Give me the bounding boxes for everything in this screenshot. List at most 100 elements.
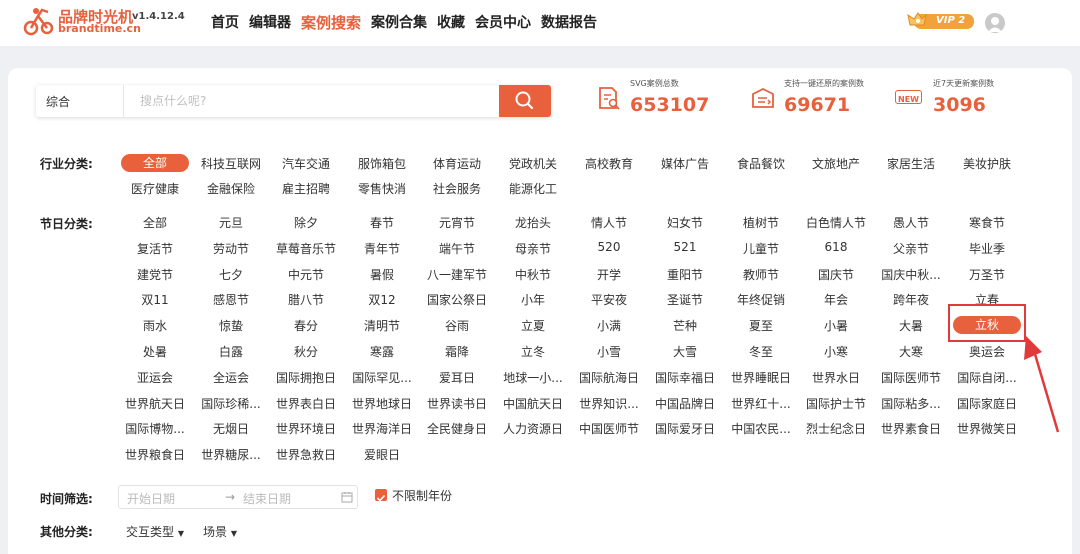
avatar[interactable]	[985, 13, 1005, 33]
festival-tag[interactable]: 寒食节	[949, 214, 1025, 231]
festival-tag[interactable]: 521	[647, 240, 723, 254]
festival-tag[interactable]: 圣诞节	[647, 291, 723, 308]
festival-tag[interactable]: 世界糖尿...	[193, 446, 269, 463]
festival-tag[interactable]: 奥运会	[949, 343, 1025, 360]
festival-tag[interactable]: 全部	[117, 214, 193, 231]
festival-tag[interactable]: 烈士纪念日	[798, 420, 874, 437]
festival-tag[interactable]: 大暑	[873, 317, 949, 334]
festival-tag[interactable]: 小寒	[798, 343, 874, 360]
industry-tag[interactable]: 媒体广告	[647, 155, 723, 172]
festival-tag[interactable]: 青年节	[344, 240, 420, 257]
vip-badge[interactable]: VIP 2	[906, 11, 976, 31]
festival-tag[interactable]: 劳动节	[193, 240, 269, 257]
interaction-type-dropdown[interactable]: 交互类型 ▼	[126, 523, 184, 540]
festival-tag[interactable]: 世界航天日	[117, 395, 193, 412]
festival-tag[interactable]: 年终促销	[723, 291, 799, 308]
festival-tag[interactable]: 中秋节	[495, 266, 571, 283]
festival-tag[interactable]: 春分	[268, 317, 344, 334]
festival-tag[interactable]: 国际罕见...	[344, 369, 420, 386]
festival-tag[interactable]: 愚人节	[873, 214, 949, 231]
festival-tag[interactable]: 地球一小...	[495, 369, 571, 386]
nav-item[interactable]: 编辑器	[249, 12, 291, 33]
festival-tag[interactable]: 世界地球日	[344, 395, 420, 412]
end-date-placeholder[interactable]: 结束日期	[243, 490, 291, 507]
festival-tag[interactable]: 亚运会	[117, 369, 193, 386]
festival-tag[interactable]: 暑假	[344, 266, 420, 283]
festival-tag[interactable]: 植树节	[723, 214, 799, 231]
festival-tag[interactable]: 国庆中秋...	[873, 266, 949, 283]
search-type-select[interactable]: 综合	[46, 93, 70, 110]
festival-tag[interactable]: 国际幸福日	[647, 369, 723, 386]
festival-tag[interactable]: 世界表白日	[268, 395, 344, 412]
festival-tag[interactable]: 复活节	[117, 240, 193, 257]
festival-tag[interactable]: 惊蛰	[193, 317, 269, 334]
industry-tag[interactable]: 汽车交通	[268, 155, 344, 172]
festival-tag[interactable]: 国际粘多...	[873, 395, 949, 412]
nav-item[interactable]: 会员中心	[475, 12, 531, 33]
festival-tag[interactable]: 元宵节	[419, 214, 495, 231]
festival-tag[interactable]: 世界红十...	[723, 395, 799, 412]
festival-tag[interactable]: 秋分	[268, 343, 344, 360]
festival-tag[interactable]: 大雪	[647, 343, 723, 360]
festival-tag[interactable]: 中国航天日	[495, 395, 571, 412]
festival-tag[interactable]: 国际博物...	[117, 420, 193, 437]
festival-tag[interactable]: 世界睡眠日	[723, 369, 799, 386]
industry-tag[interactable]: 能源化工	[495, 180, 571, 197]
festival-tag[interactable]: 世界知识...	[571, 395, 647, 412]
festival-tag[interactable]: 国际航海日	[571, 369, 647, 386]
festival-tag[interactable]: 国际医师节	[873, 369, 949, 386]
festival-tag[interactable]: 世界素食日	[873, 420, 949, 437]
festival-tag[interactable]: 妇女节	[647, 214, 723, 231]
scene-dropdown[interactable]: 场景 ▼	[203, 523, 237, 540]
industry-tag[interactable]: 美妆护肤	[949, 155, 1025, 172]
festival-tag[interactable]: 草莓音乐节	[268, 240, 344, 257]
festival-tag[interactable]: 教师节	[723, 266, 799, 283]
festival-tag[interactable]: 国际珍稀...	[193, 395, 269, 412]
festival-tag[interactable]: 建党节	[117, 266, 193, 283]
festival-tag[interactable]: 谷雨	[419, 317, 495, 334]
brand-logo-icon[interactable]	[22, 6, 54, 36]
festival-tag[interactable]: 寒露	[344, 343, 420, 360]
festival-tag[interactable]: 平安夜	[571, 291, 647, 308]
festival-tag[interactable]: 爱眼日	[344, 446, 420, 463]
industry-tag[interactable]: 科技互联网	[193, 155, 269, 172]
festival-tag[interactable]: 开学	[571, 266, 647, 283]
festival-tag[interactable]: 国际拥抱日	[268, 369, 344, 386]
festival-tag[interactable]: 爱耳日	[419, 369, 495, 386]
industry-tag[interactable]: 雇主招聘	[268, 180, 344, 197]
industry-tag[interactable]: 家居生活	[873, 155, 949, 172]
festival-tag[interactable]: 夏至	[723, 317, 799, 334]
festival-tag[interactable]: 国家公祭日	[419, 291, 495, 308]
festival-tag[interactable]: 芒种	[647, 317, 723, 334]
festival-tag[interactable]: 腊八节	[268, 291, 344, 308]
festival-tag[interactable]: 全民健身日	[419, 420, 495, 437]
festival-tag[interactable]: 小暑	[798, 317, 874, 334]
festival-tag[interactable]: 处暑	[117, 343, 193, 360]
festival-tag[interactable]: 除夕	[268, 214, 344, 231]
nav-item[interactable]: 收藏	[437, 12, 465, 33]
festival-tag[interactable]: 世界读书日	[419, 395, 495, 412]
industry-tag[interactable]: 金融保险	[193, 180, 269, 197]
festival-tag[interactable]: 中国品牌日	[647, 395, 723, 412]
festival-tag[interactable]: 中元节	[268, 266, 344, 283]
festival-tag[interactable]: 双12	[344, 291, 420, 308]
festival-tag[interactable]: 520	[571, 240, 647, 254]
festival-tag[interactable]: 白露	[193, 343, 269, 360]
festival-tag[interactable]: 情人节	[571, 214, 647, 231]
nav-item[interactable]: 数据报告	[541, 12, 597, 33]
festival-tag[interactable]: 母亲节	[495, 240, 571, 257]
no-limit-year-checkbox[interactable]	[375, 489, 387, 502]
festival-tag[interactable]: 冬至	[723, 343, 799, 360]
festival-tag[interactable]: 儿童节	[723, 240, 799, 257]
industry-tag[interactable]: 服饰箱包	[344, 155, 420, 172]
festival-tag[interactable]: 元旦	[193, 214, 269, 231]
festival-tag[interactable]: 七夕	[193, 266, 269, 283]
festival-tag[interactable]: 世界粮食日	[117, 446, 193, 463]
festival-tag[interactable]: 国际家庭日	[949, 395, 1025, 412]
festival-tag[interactable]: 全运会	[193, 369, 269, 386]
start-date-placeholder[interactable]: 开始日期	[127, 490, 175, 507]
industry-tag[interactable]: 医疗健康	[117, 180, 193, 197]
festival-tag[interactable]: 跨年夜	[873, 291, 949, 308]
festival-tag[interactable]: 国庆节	[798, 266, 874, 283]
festival-tag[interactable]: 无烟日	[193, 420, 269, 437]
